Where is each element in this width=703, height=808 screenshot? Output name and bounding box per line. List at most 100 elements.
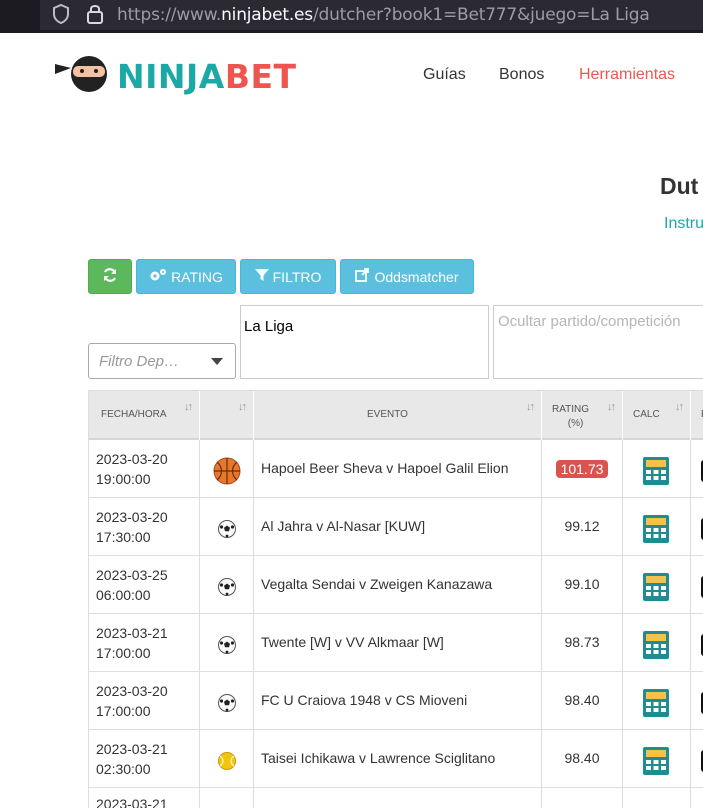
- row-date-day: 2023-03-21: [96, 741, 168, 757]
- row-calc: [623, 440, 691, 498]
- table-row[interactable]: 2023-03-21 17:00:00 Twente [W] v VV Alkmaa…: [89, 614, 703, 672]
- sort-icon: ↓↑: [675, 401, 684, 413]
- rating-value: 98.40: [564, 692, 600, 708]
- external-link-icon: [355, 268, 370, 285]
- url-text[interactable]: https://www.ninjabet.es/dutcher?book1=Be…: [117, 5, 650, 25]
- shield-icon[interactable]: [52, 3, 70, 30]
- page-title: Dut: [660, 173, 699, 199]
- sort-desc-icon: ↓↑: [607, 401, 616, 413]
- row-extra: [691, 498, 703, 556]
- row-sport: [200, 614, 254, 672]
- url-prefix: https://www.: [117, 5, 222, 25]
- calculator-icon[interactable]: [642, 688, 670, 723]
- hide-match-placeholder: Ocultar partido/competición: [498, 313, 681, 330]
- row-event: [254, 788, 542, 808]
- row-event: Hapoel Beer Sheva v Hapoel Galil Elion: [254, 440, 542, 498]
- row-calc: [623, 556, 691, 614]
- rating-value: 99.10: [564, 576, 600, 592]
- ninjabet-logo[interactable]: NINJABET: [53, 55, 297, 96]
- soccer-icon: [213, 631, 241, 664]
- row-calc: [623, 614, 691, 672]
- table-row[interactable]: 2023-03-20 17:00:00 FC U Craiova 1948 v CS…: [89, 672, 703, 730]
- calculator-icon[interactable]: [642, 630, 670, 665]
- nav-guias[interactable]: Guías: [423, 66, 466, 84]
- row-date-time: 06:00:00: [96, 587, 151, 603]
- th-rating-line2: (%): [567, 418, 584, 429]
- table-header: FECHA/HORA ↓↑ ↓↑ EVENTO ↓↑ RATING (%) ↓↑ …: [89, 390, 703, 441]
- oddsmatcher-button-label: Oddsmatcher: [374, 268, 459, 285]
- row-event: Vegalta Sendai v Zweigen Kanazawa: [254, 556, 542, 614]
- table-row[interactable]: 2023-03-25 06:00:00 Vegalta Sendai v Zweig…: [89, 556, 703, 614]
- th-sport[interactable]: ↓↑: [200, 391, 254, 441]
- calculator-icon[interactable]: [642, 572, 670, 607]
- sort-icon: ↓↑: [184, 401, 193, 413]
- row-event: Taisei Ichikawa v Lawrence Sciglitano: [254, 730, 542, 788]
- rating-button[interactable]: RATING: [136, 259, 236, 294]
- th-calc[interactable]: CALC ↓↑: [623, 391, 691, 441]
- row-extra: [691, 440, 703, 498]
- row-date-day: 2023-03-20: [96, 683, 168, 699]
- filter-icon: [254, 268, 269, 285]
- row-calc: [623, 788, 691, 808]
- row-date: 2023-03-21 17:00:00: [89, 614, 200, 672]
- url-path: /dutcher?book1=Bet777&juego=La Liga: [312, 5, 650, 25]
- rating-button-label: RATING: [171, 268, 223, 285]
- th-rating-label: RATING (%): [552, 403, 589, 431]
- row-rating: 101.73: [542, 440, 623, 498]
- cogs-icon: [149, 268, 167, 285]
- row-extra: [691, 672, 703, 730]
- row-event: FC U Craiova 1948 v CS Mioveni: [254, 672, 542, 730]
- row-event: Al Jahra v Al-Nasar [KUW]: [254, 498, 542, 556]
- hide-match-input[interactable]: Ocultar partido/competición: [493, 305, 703, 379]
- deporte-filter-select[interactable]: Filtro Dep…: [88, 343, 236, 379]
- th-rating[interactable]: RATING (%) ↓↑: [542, 391, 623, 441]
- row-date-time: 17:00:00: [96, 703, 151, 719]
- row-date-time: 17:30:00: [96, 529, 151, 545]
- row-date-time: 17:00:00: [96, 645, 151, 661]
- table-row[interactable]: 2023-03-20 17:30:00 Al Jahra v Al-Nasar [K…: [89, 498, 703, 556]
- liga-filter-value: La Liga: [244, 318, 294, 335]
- instructions-link[interactable]: Instru: [664, 215, 703, 233]
- soccer-icon: [213, 515, 241, 548]
- table-row-partial[interactable]: 2023-03-21: [89, 788, 703, 808]
- row-sport: [200, 672, 254, 730]
- row-date-day: 2023-03-25: [96, 567, 168, 583]
- th-evento[interactable]: EVENTO ↓↑: [254, 391, 542, 441]
- soccer-icon: [213, 573, 241, 606]
- soccer-icon: [213, 689, 241, 722]
- filtro-button[interactable]: FILTRO: [240, 259, 336, 294]
- rating-value: 98.40: [564, 750, 600, 766]
- refresh-icon: [102, 267, 118, 286]
- calculator-icon[interactable]: [642, 456, 670, 491]
- row-date: 2023-03-20 17:30:00: [89, 498, 200, 556]
- oddsmatcher-button[interactable]: Oddsmatcher: [340, 259, 474, 294]
- row-sport: [200, 788, 254, 808]
- row-rating: [542, 788, 623, 808]
- liga-filter-input[interactable]: La Liga: [240, 305, 489, 379]
- calculator-icon[interactable]: [642, 746, 670, 781]
- rating-value: 101.73: [555, 460, 609, 478]
- nav-bonos[interactable]: Bonos: [499, 66, 544, 84]
- th-fecha[interactable]: FECHA/HORA ↓↑: [89, 391, 200, 441]
- lock-icon[interactable]: [86, 3, 104, 30]
- row-date-day: 2023-03-20: [96, 509, 168, 525]
- th-extra[interactable]: E: [691, 391, 703, 441]
- logo-ninja: NINJA: [117, 56, 225, 96]
- table-row[interactable]: 2023-03-20 19:00:00 Hapoel Beer Sheva v Ha…: [89, 440, 703, 498]
- row-calc: [623, 730, 691, 788]
- row-rating: 98.40: [542, 730, 623, 788]
- refresh-button[interactable]: [88, 259, 132, 294]
- sort-icon: ↓↑: [238, 401, 247, 413]
- row-extra: [691, 556, 703, 614]
- row-rating: 99.10: [542, 556, 623, 614]
- sort-icon: ↓↑: [526, 401, 535, 413]
- row-calc: [623, 672, 691, 730]
- deporte-filter-placeholder: Filtro Dep…: [99, 353, 180, 370]
- table-row[interactable]: 2023-03-21 02:30:00 Taisei Ichikawa v Lawr…: [89, 730, 703, 788]
- row-date-time: 02:30:00: [96, 761, 151, 777]
- row-date: 2023-03-21: [89, 788, 200, 808]
- nav-herramientas[interactable]: Herramientas: [579, 66, 675, 84]
- row-sport: [200, 556, 254, 614]
- calculator-icon[interactable]: [642, 514, 670, 549]
- rating-value: 98.73: [564, 634, 600, 650]
